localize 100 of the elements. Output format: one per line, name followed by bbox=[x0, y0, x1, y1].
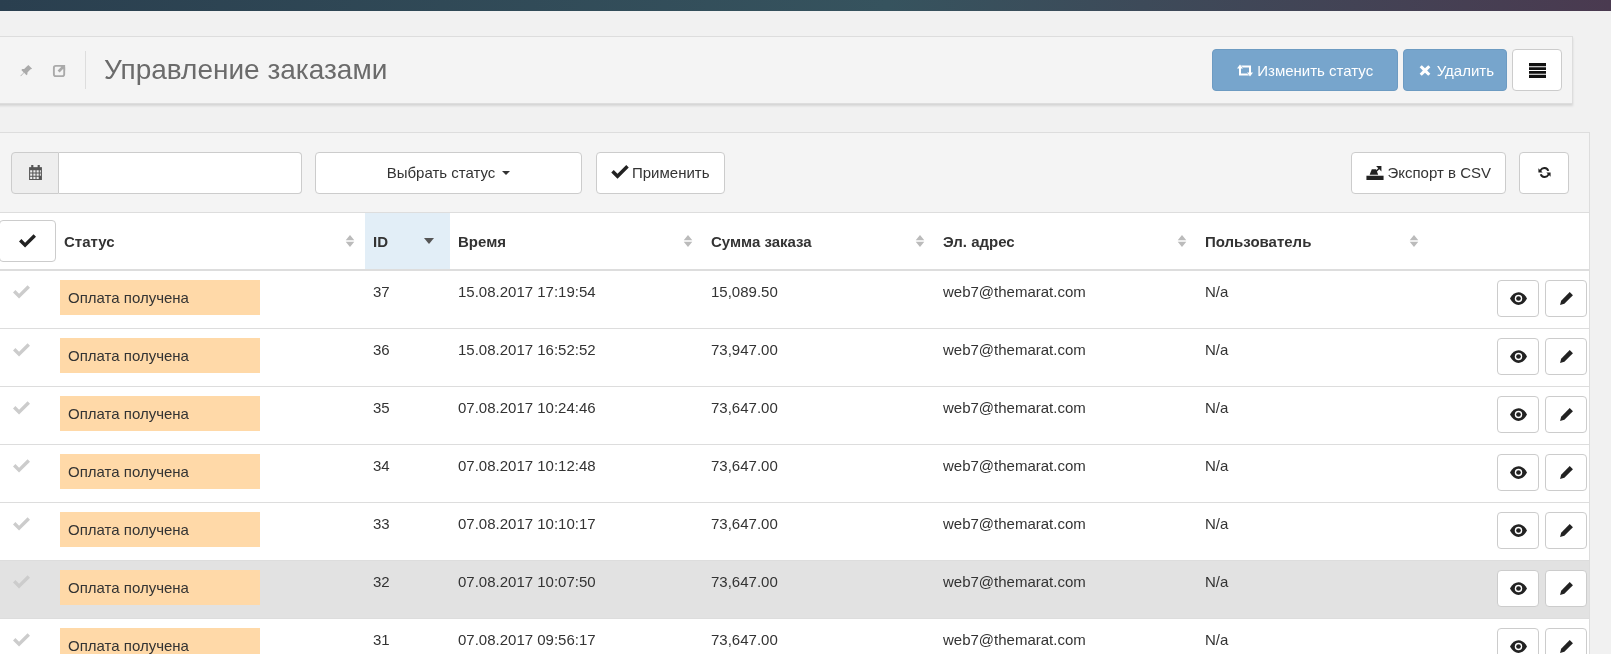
edit-button[interactable] bbox=[1545, 280, 1587, 317]
status-label: Оплата получена bbox=[60, 280, 260, 315]
apply-button[interactable]: Применить bbox=[596, 151, 725, 194]
table-cell-text: N/a bbox=[1204, 282, 1230, 302]
refresh-icon bbox=[1535, 165, 1553, 180]
table-cell-text: 35 bbox=[372, 398, 391, 418]
status-label: Оплата получена bbox=[60, 338, 260, 373]
table-cell-text: 73,947.00 bbox=[710, 340, 779, 360]
select-all-checkbox[interactable] bbox=[0, 220, 56, 262]
table-cell-text: N/a bbox=[1204, 456, 1230, 476]
status-label: Оплата получена bbox=[60, 512, 260, 547]
menu-icon bbox=[1528, 62, 1546, 78]
table-cell-text: 73,647.00 bbox=[710, 456, 779, 476]
table-cell-text: 15,089.50 bbox=[710, 282, 779, 302]
table-cell-text: web7@themarat.com bbox=[942, 514, 1087, 534]
view-button[interactable] bbox=[1497, 280, 1539, 317]
eye-icon bbox=[1509, 581, 1527, 596]
column-header[interactable]: Сумма заказа bbox=[703, 213, 935, 269]
retweet-icon bbox=[1236, 62, 1255, 78]
table-cell-text: 07.08.2017 10:12:48 bbox=[457, 456, 597, 476]
menu-button[interactable] bbox=[1512, 49, 1562, 91]
table-cell-text: web7@themarat.com bbox=[942, 282, 1087, 302]
table-cell-text: 31 bbox=[372, 630, 391, 650]
status-label: Оплата получена bbox=[60, 396, 260, 431]
status-label: Оплата получена bbox=[60, 570, 260, 605]
edit-button[interactable] bbox=[1545, 570, 1587, 607]
eye-icon bbox=[1509, 639, 1527, 654]
date-field[interactable] bbox=[59, 151, 302, 194]
edit-button[interactable] bbox=[1545, 454, 1587, 491]
sort-icon bbox=[345, 235, 355, 247]
table-cell-text: 73,647.00 bbox=[710, 572, 779, 592]
table-cell-text: N/a bbox=[1204, 630, 1230, 650]
export-button[interactable]: Экспорт в CSV bbox=[1351, 151, 1506, 194]
view-button[interactable] bbox=[1497, 396, 1539, 433]
calendar-button[interactable] bbox=[11, 151, 59, 194]
table-cell-text: 73,647.00 bbox=[710, 398, 779, 418]
table-cell-text: 37 bbox=[372, 282, 391, 302]
check-icon[interactable] bbox=[13, 633, 30, 648]
view-button[interactable] bbox=[1497, 454, 1539, 491]
view-button[interactable] bbox=[1497, 628, 1539, 654]
table-cell-text: 15.08.2017 16:52:52 bbox=[457, 340, 597, 360]
table-cell-text: 07.08.2017 10:07:50 bbox=[457, 572, 597, 592]
status-dropdown[interactable]: Выбрать статус bbox=[315, 151, 582, 194]
table-cell-text: 15.08.2017 17:19:54 bbox=[457, 282, 597, 302]
pencil-icon bbox=[1557, 581, 1575, 596]
table-cell-text: N/a bbox=[1204, 398, 1230, 418]
calendar-icon bbox=[26, 165, 44, 180]
table-cell-text: web7@themarat.com bbox=[942, 398, 1087, 418]
caret-icon bbox=[502, 170, 511, 175]
pencil-icon bbox=[1557, 291, 1575, 306]
pencil-icon bbox=[1557, 639, 1575, 654]
sort-icon bbox=[1177, 235, 1187, 247]
status-label: Оплата получена bbox=[60, 454, 260, 489]
view-button[interactable] bbox=[1497, 570, 1539, 607]
table-cell-text: 32 bbox=[372, 572, 391, 592]
edit-button[interactable] bbox=[1545, 628, 1587, 654]
eye-icon bbox=[1509, 291, 1527, 306]
column-header[interactable]: Эл. адрес bbox=[935, 213, 1197, 269]
edit-button[interactable] bbox=[1545, 396, 1587, 433]
table-cell-text: web7@themarat.com bbox=[942, 630, 1087, 650]
table-cell-text: 73,647.00 bbox=[710, 514, 779, 534]
table-cell-text: 36 bbox=[372, 340, 391, 360]
pencil-icon bbox=[1557, 465, 1575, 480]
check-icon bbox=[611, 165, 629, 180]
edit-button[interactable] bbox=[1545, 338, 1587, 375]
eye-icon bbox=[1509, 523, 1527, 538]
sort-icon bbox=[683, 235, 693, 247]
table-cell-text: 07.08.2017 09:56:17 bbox=[457, 630, 597, 650]
eye-icon bbox=[1509, 407, 1527, 422]
column-header[interactable]: ID bbox=[365, 213, 450, 269]
view-button[interactable] bbox=[1497, 512, 1539, 549]
table-cell-text: 34 bbox=[372, 456, 391, 476]
check-icon[interactable] bbox=[13, 401, 30, 416]
column-header[interactable]: Статус bbox=[56, 213, 365, 269]
refresh-button[interactable] bbox=[1519, 151, 1569, 194]
pencil-icon bbox=[1557, 407, 1575, 422]
page-title: Управление заказами bbox=[104, 54, 388, 86]
column-header[interactable]: Пользователь bbox=[1197, 213, 1429, 269]
table-cell-text: 07.08.2017 10:10:17 bbox=[457, 514, 597, 534]
sort-desc-icon bbox=[424, 238, 434, 244]
eye-icon bbox=[1509, 465, 1527, 480]
pencil-icon bbox=[1557, 523, 1575, 538]
eye-icon bbox=[1509, 349, 1527, 364]
check-icon[interactable] bbox=[13, 285, 30, 300]
check-icon[interactable] bbox=[13, 343, 30, 358]
check-icon[interactable] bbox=[13, 459, 30, 474]
pencil-icon bbox=[1557, 349, 1575, 364]
column-header[interactable]: Время bbox=[450, 213, 703, 269]
table-cell-text: 33 bbox=[372, 514, 391, 534]
view-button[interactable] bbox=[1497, 338, 1539, 375]
sort-icon bbox=[915, 235, 925, 247]
table-row[interactable]: Оплата получена 32 07.08.2017 10:07:50 73,647.00 web7@themarat.com N/a bbox=[0, 561, 1589, 619]
check-icon[interactable] bbox=[13, 517, 30, 532]
table-cell-text: N/a bbox=[1204, 572, 1230, 592]
edit-button[interactable] bbox=[1545, 512, 1587, 549]
table-cell-text: web7@themarat.com bbox=[942, 456, 1087, 476]
table-cell-text: web7@themarat.com bbox=[942, 340, 1087, 360]
table-cell-text: N/a bbox=[1204, 340, 1230, 360]
table-cell-text: N/a bbox=[1204, 514, 1230, 534]
table-cell-text: web7@themarat.com bbox=[942, 572, 1087, 592]
